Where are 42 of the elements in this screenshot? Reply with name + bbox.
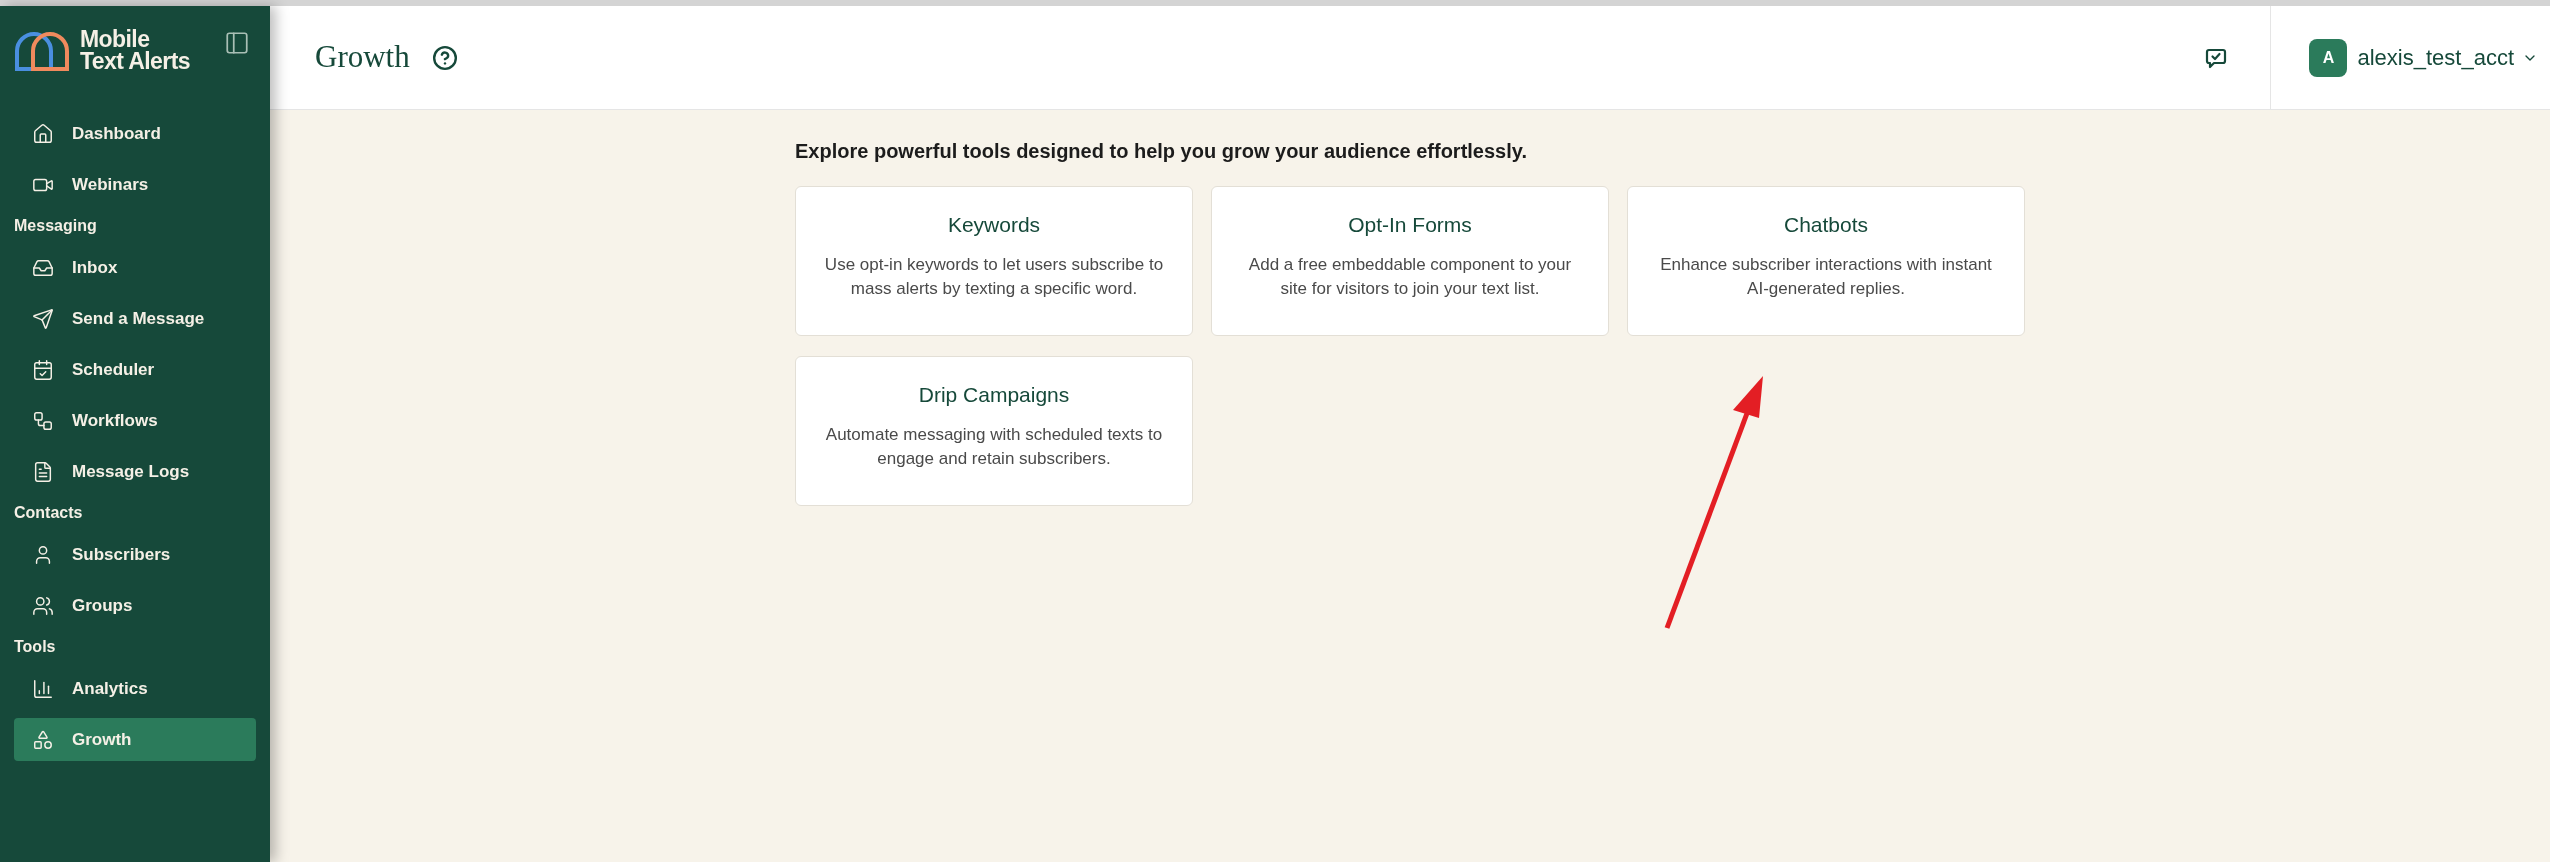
logo-icon	[14, 29, 70, 71]
intro-text: Explore powerful tools designed to help you grow your audience effortlessly.	[795, 139, 1528, 164]
sidebar-section-title: Tools	[14, 637, 57, 657]
card-description: Use opt-in keywords to let users subscribe to mass alerts by texting a specific word.	[823, 253, 1165, 300]
sidebar-item[interactable]: Growth	[14, 718, 256, 761]
tool-card[interactable]: Drip Campaigns Automate messaging with scheduled texts to engage and retain subscribers.	[795, 356, 1193, 506]
card-description: Enhance subscriber interactions with instant AI-generated replies.	[1659, 253, 1993, 300]
tool-card[interactable]: Keywords Use opt-in keywords to let users subscribe to mass alerts by texting a specific word.	[795, 186, 1193, 336]
house-icon	[32, 122, 54, 145]
calendar-check-icon	[32, 358, 54, 381]
sidebar-item[interactable]: Inbox	[14, 246, 256, 289]
card-description: Add a free embeddable component to your site for visitors to join your text list.	[1247, 253, 1573, 300]
card-title: Keywords	[947, 212, 1041, 238]
sidebar-item[interactable]: Webinars	[14, 163, 256, 206]
document-icon	[32, 460, 54, 483]
card-title: Drip Campaigns	[918, 382, 1070, 408]
tool-card[interactable]: Opt-In Forms Add a free embeddable component to your site for visitors to join your text list.	[1211, 186, 1609, 336]
brand-name: Mobile Text Alerts	[80, 28, 190, 72]
sidebar-section-title: Messaging	[14, 216, 98, 236]
sidebar-item[interactable]: Subscribers	[14, 533, 256, 576]
page-title: Growth	[315, 38, 410, 77]
account-menu-button[interactable]: alexis_test_acct	[2357, 41, 2538, 74]
sidebar-item[interactable]: Workflows	[14, 399, 256, 442]
shapes-icon	[32, 728, 54, 751]
sidebar-item[interactable]: Dashboard	[14, 112, 256, 155]
card-description: Automate messaging with scheduled texts to engage and retain subscribers.	[824, 423, 1164, 470]
help-icon[interactable]	[431, 44, 458, 71]
card-title: Opt-In Forms	[1348, 212, 1472, 238]
sidebar-item[interactable]: Send a Message	[14, 297, 256, 340]
sidebar-toggle-icon[interactable]	[224, 30, 250, 56]
sidebar-item[interactable]: Groups	[14, 584, 256, 627]
bar-chart-icon	[32, 677, 54, 700]
sidebar-section-title: Contacts	[14, 503, 84, 523]
workflow-icon	[32, 409, 54, 432]
paper-plane-icon	[32, 307, 54, 330]
tool-card[interactable]: Chatbots Enhance subscriber interactions with instant AI-generated replies.	[1627, 186, 2025, 336]
card-title: Chatbots	[1783, 212, 1869, 238]
sidebar-item[interactable]: Analytics	[14, 667, 256, 710]
users-icon	[32, 594, 54, 617]
sidebar-item[interactable]: Scheduler	[14, 348, 256, 391]
sidebar-item[interactable]: Message Logs	[14, 450, 256, 493]
user-avatar: A	[2309, 38, 2348, 77]
